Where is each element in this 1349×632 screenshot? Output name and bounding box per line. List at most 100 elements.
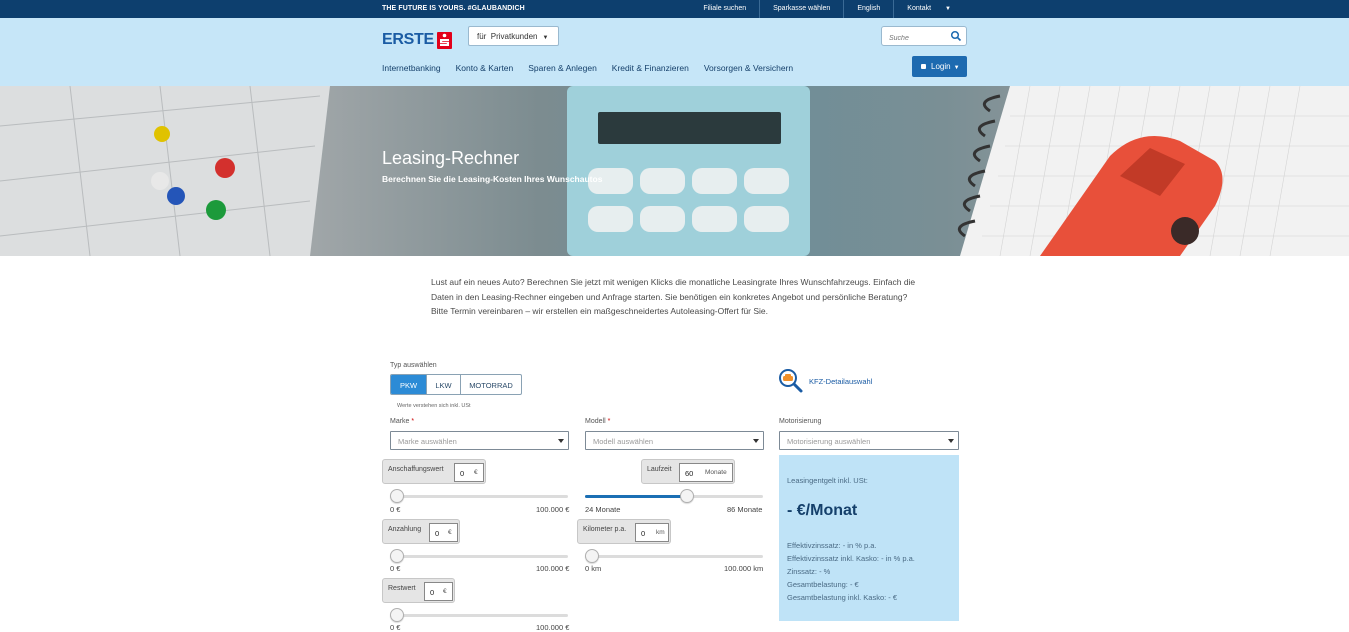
marke-select[interactable]: Marke auswählen [390, 431, 569, 450]
km-slider-track[interactable] [585, 555, 763, 558]
motor-placeholder: Motorisierung auswählen [787, 437, 871, 446]
chevron-down-icon: ▼ [945, 6, 951, 12]
nav-vorsorgen-versichern[interactable]: Vorsorgen & Versichern [704, 63, 793, 73]
laufzeit-slider-track[interactable] [585, 495, 763, 498]
required-mark: * [607, 418, 611, 425]
login-button[interactable]: Login ▼ [912, 56, 967, 77]
vehicle-type-toggle: PKW LKW MOTORRAD [390, 374, 522, 395]
erste-logo[interactable]: ERSTE [382, 31, 452, 49]
anzahlung-max: 100.000 € [536, 564, 570, 573]
page-subtitle: Berechnen Sie die Leasing-Kosten Ihres W… [382, 174, 603, 184]
hero-banner: Leasing-Rechner Berechnen Sie die Leasin… [0, 86, 1349, 256]
motor-select[interactable]: Motorisierung auswählen [779, 431, 959, 450]
restwert-label: Restwert [388, 585, 416, 592]
laufzeit-value: 60 [685, 469, 694, 478]
result-line: Effektivzinssatz: - in % p.a. [787, 541, 877, 550]
motor-label: Motorisierung [779, 418, 822, 425]
required-mark: * [411, 418, 415, 425]
nav-sparen-anlegen[interactable]: Sparen & Anlegen [528, 63, 597, 73]
marke-placeholder: Marke auswählen [398, 437, 457, 446]
km-value: 0 [641, 529, 646, 538]
restwert-slider-thumb[interactable] [390, 608, 404, 622]
anschaffung-min: 0 € [390, 505, 401, 514]
hero-background-image [0, 86, 1349, 256]
link-sparkasse-waehlen[interactable]: Sparkasse wählen [759, 0, 843, 18]
anschaffung-label: Anschaffungswert [388, 466, 444, 473]
km-input[interactable]: 0 km [635, 523, 669, 542]
result-amount: - €/Monat [787, 502, 858, 519]
restwert-input[interactable]: 0 € [424, 582, 453, 601]
search-icon[interactable] [950, 30, 962, 42]
laufzeit-bubble: Laufzeit 60 Monate [641, 459, 735, 484]
anschaffung-slider-track[interactable] [390, 495, 568, 498]
header: ERSTE für Privatkunden ▼ Internetbanking … [0, 18, 1349, 86]
km-max: 100.000 km [724, 564, 764, 573]
laufzeit-input[interactable]: 60 Monate [679, 463, 733, 482]
restwert-unit: € [443, 588, 447, 595]
kfz-detail-link[interactable]: KFZ-Detailauswahl [778, 368, 872, 394]
login-label: Login [931, 62, 951, 71]
result-line: Gesamtbelastung: - € [787, 580, 859, 589]
modell-placeholder: Modell auswählen [593, 437, 654, 446]
result-box: Leasingentgelt inkl. USt: - €/Monat Effe… [779, 455, 959, 621]
anzahlung-bubble: Anzahlung 0 € [382, 519, 460, 544]
km-slider-thumb[interactable] [585, 549, 599, 563]
modell-label-text: Modell [585, 418, 606, 425]
result-line: Effektivzinssatz inkl. Kasko: - in % p.a… [787, 554, 915, 563]
km-label: Kilometer p.a. [583, 526, 627, 533]
nav-konto-karten[interactable]: Konto & Karten [456, 63, 514, 73]
laufzeit-slider-thumb[interactable] [680, 489, 695, 503]
anzahlung-slider-track[interactable] [390, 555, 568, 558]
logo-text: ERSTE [382, 31, 434, 48]
anzahlung-input[interactable]: 0 € [429, 523, 458, 542]
main-nav: Internetbanking Konto & Karten Sparen & … [382, 63, 808, 73]
anzahlung-slider-thumb[interactable] [390, 549, 404, 563]
anschaffung-input[interactable]: 0 € [454, 463, 484, 482]
kontakt-label: Kontakt [907, 5, 932, 12]
anschaffung-value: 0 [460, 469, 465, 478]
car-search-icon [779, 369, 803, 393]
result-line: Gesamtbelastung inkl. Kasko: - € [787, 593, 898, 602]
type-label: Typ auswählen [390, 362, 437, 369]
vat-note: Werte verstehen sich inkl. USt [397, 403, 471, 409]
nav-kredit-finanzieren[interactable]: Kredit & Finanzieren [612, 63, 689, 73]
search-box [881, 26, 967, 48]
chevron-down-icon: ▼ [542, 35, 549, 41]
nav-internetbanking[interactable]: Internetbanking [382, 63, 441, 73]
kfz-detail-label: KFZ-Detailauswahl [809, 376, 873, 386]
chevron-down-icon [948, 439, 954, 443]
intro-text: Lust auf ein neues Auto? Berechnen Sie j… [431, 277, 916, 316]
chevron-down-icon [558, 439, 564, 443]
km-min: 0 km [585, 564, 602, 573]
page-title: Leasing-Rechner [382, 148, 520, 168]
search-input[interactable] [882, 29, 946, 48]
type-motorrad-button[interactable]: MOTORRAD [460, 375, 521, 394]
anschaffung-slider-thumb[interactable] [390, 489, 404, 503]
modell-select[interactable]: Modell auswählen [585, 431, 764, 450]
top-links: Filiale suchen Sparkasse wählen English … [690, 0, 964, 18]
link-english[interactable]: English [843, 0, 893, 18]
marke-label: Marke * [390, 418, 414, 425]
lock-icon [921, 64, 926, 69]
km-bubble: Kilometer p.a. 0 km [577, 519, 671, 544]
anzahlung-label: Anzahlung [388, 526, 422, 533]
type-lkw-button[interactable]: LKW [426, 375, 460, 394]
laufzeit-max: 86 Monate [727, 505, 763, 514]
link-kontakt[interactable]: Kontakt ▼ [893, 0, 964, 18]
restwert-slider-track[interactable] [390, 614, 568, 617]
restwert-max: 100.000 € [536, 623, 570, 632]
segment-label: für Privatkunden [477, 32, 538, 41]
anschaffung-max: 100.000 € [536, 505, 570, 514]
restwert-value: 0 [430, 588, 435, 597]
marke-label-text: Marke [390, 418, 410, 425]
restwert-min: 0 € [390, 623, 401, 632]
result-title: Leasingentgelt inkl. USt: [787, 476, 868, 485]
tagline: THE FUTURE IS YOURS. #GLAUBANDICH [382, 5, 525, 12]
chevron-down-icon: ▼ [953, 65, 960, 71]
anzahlung-min: 0 € [390, 564, 401, 573]
laufzeit-unit: Monate [705, 469, 727, 476]
segment-select[interactable]: für Privatkunden ▼ [468, 26, 559, 46]
top-bar: THE FUTURE IS YOURS. #GLAUBANDICH Filial… [0, 0, 1349, 18]
link-filiale-suchen[interactable]: Filiale suchen [690, 0, 759, 18]
type-pkw-button[interactable]: PKW [391, 375, 426, 394]
